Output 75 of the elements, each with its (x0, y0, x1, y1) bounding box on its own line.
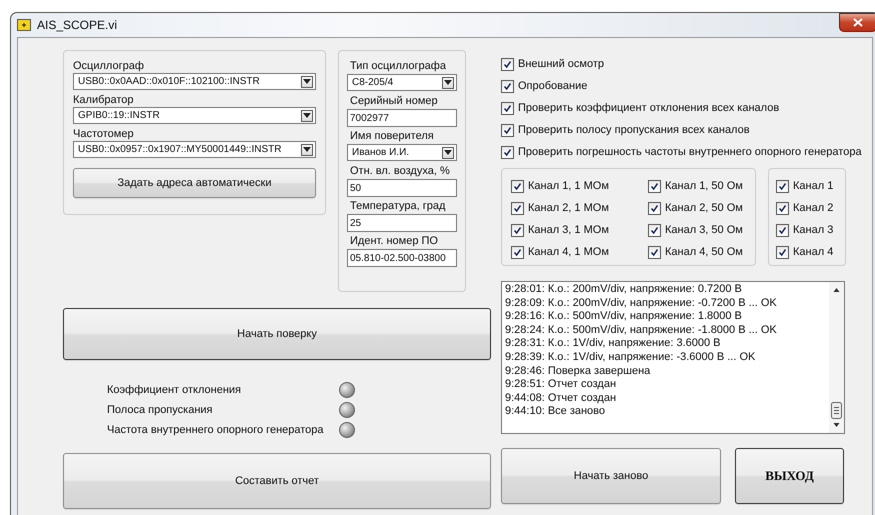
dropdown[interactable]: USB0::0x0AAD::0x010F::102100::INSTR (73, 73, 316, 90)
log-line: 9:28:16: К.о.: 500mV/div, напряжение: 1.8000 В (505, 310, 743, 324)
checkbox-label: Канал 4 (793, 246, 834, 258)
close-button[interactable] (839, 13, 875, 32)
checkbox[interactable] (648, 202, 661, 214)
field-label: Частотомер (73, 127, 135, 141)
app-icon (17, 19, 31, 31)
checkbox-label: Проверить коэффициент отклонения всех каналов (518, 102, 780, 114)
input-field[interactable]: 25 (347, 214, 457, 232)
log-line: 9:28:51: Отчет создан (505, 378, 618, 392)
auto-address-button[interactable]: Задать адреса автоматически (73, 168, 316, 198)
checkbox-label: Канал 3, 50 Ом (665, 224, 743, 236)
indicator-label: Частота внутреннего опорного генератора (107, 424, 325, 436)
checkbox[interactable] (511, 224, 524, 236)
checkbox-label: Канал 4, 50 Ом (665, 246, 743, 258)
checkbox-label: Канал 4, 1 МОм (528, 246, 609, 258)
log-line: 9:28:39: К.о.: 1V/div, напряжение: -3.6000 В ... OK (505, 350, 756, 365)
checkbox[interactable] (501, 146, 514, 158)
dropdown[interactable]: GPIB0::19::INSTR (73, 107, 316, 124)
field-label: Имя поверителя (350, 129, 435, 144)
checkbox-label: Канал 1, 1 МОм (528, 180, 609, 192)
log-line: 9:28:46: Поверка завершена (505, 364, 652, 378)
indicator-label: Полоса пропускания (107, 404, 214, 416)
checkbox-label: Канал 1, 50 Ом (665, 180, 743, 192)
checkbox[interactable] (501, 58, 514, 70)
checkbox-label: Канал 2, 1 МОм (528, 202, 609, 214)
checkbox[interactable] (648, 180, 661, 192)
checkbox[interactable] (648, 224, 661, 236)
checkbox[interactable] (511, 202, 524, 214)
log-line: 9:44:08: Отчет создан (505, 392, 618, 406)
checkbox-label: Проверить полосу пропускания всех каналов (518, 124, 750, 136)
log-line: 9:28:09: К.о.: 200mV/div, напряжение: -0.7200 В ... OK (505, 296, 778, 310)
checkbox-label: Канал 3, 1 МОм (528, 224, 609, 236)
log-line: 9:28:01: К.о.: 200mV/div, напряжение: 0.7200 В (505, 283, 743, 297)
log-line: 9:44:10: Все заново (505, 405, 606, 419)
checkbox[interactable] (511, 246, 524, 258)
checkbox[interactable] (501, 80, 514, 92)
indicator-label: Коэффициент отклонения (107, 384, 242, 396)
input-field[interactable]: 05.810-02.500-03800 (347, 249, 457, 267)
checkbox[interactable] (648, 246, 661, 258)
checkbox[interactable] (776, 224, 789, 236)
checkbox-label: Опробование (518, 80, 588, 92)
checkbox-label: Проверить погрешность частоты внутреннего опорного генератора (518, 146, 862, 158)
checkbox-label: Канал 1 (793, 180, 834, 192)
checkbox-label: Внешний осмотр (518, 58, 604, 70)
scrollbar[interactable] (829, 282, 844, 433)
field-label: Отн. вл. воздуха, % (350, 164, 451, 179)
dropdown[interactable]: USB0::0x0957::0x1907::MY50001449::INSTR (73, 141, 316, 158)
field-label: Температура, град (350, 199, 446, 214)
dropdown[interactable]: Иванов И.И. (347, 144, 457, 161)
field-label: Идент. номер ПО (350, 234, 439, 249)
checkbox[interactable] (776, 246, 789, 258)
input-field[interactable]: 50 (347, 179, 457, 197)
checkbox[interactable] (501, 102, 514, 114)
close-icon (853, 18, 863, 27)
restart-button[interactable]: Начать заново (501, 448, 721, 504)
field-label: Осциллограф (73, 59, 145, 73)
report-button[interactable]: Составить отчет (63, 453, 491, 509)
checkbox-label: Канал 2, 50 Ом (665, 202, 743, 214)
window-title: AIS_SCOPE.vi (37, 18, 118, 32)
checkbox[interactable] (776, 180, 789, 192)
dropdown[interactable]: С8-205/4 (347, 74, 457, 91)
field-label: Тип осциллографа (350, 59, 447, 74)
input-field[interactable]: 7002977 (347, 109, 457, 127)
checkbox[interactable] (776, 202, 789, 214)
exit-button[interactable]: ВЫХОД (735, 448, 844, 504)
log-line: 9:28:31: К.о.: 1V/div, напряжение: 3.6000 В (505, 337, 722, 351)
log-line: 9:28:24: К.о.: 500mV/div, напряжение: -1.8000 В ... OK (505, 324, 778, 338)
checkbox-label: Канал 2 (793, 202, 834, 214)
checkbox-label: Канал 3 (793, 224, 834, 236)
checkbox[interactable] (501, 124, 514, 136)
checkbox[interactable] (511, 180, 524, 192)
start-button[interactable]: Начать поверку (63, 308, 491, 360)
field-label: Калибратор (73, 93, 135, 107)
field-label: Серийный номер (350, 94, 439, 109)
